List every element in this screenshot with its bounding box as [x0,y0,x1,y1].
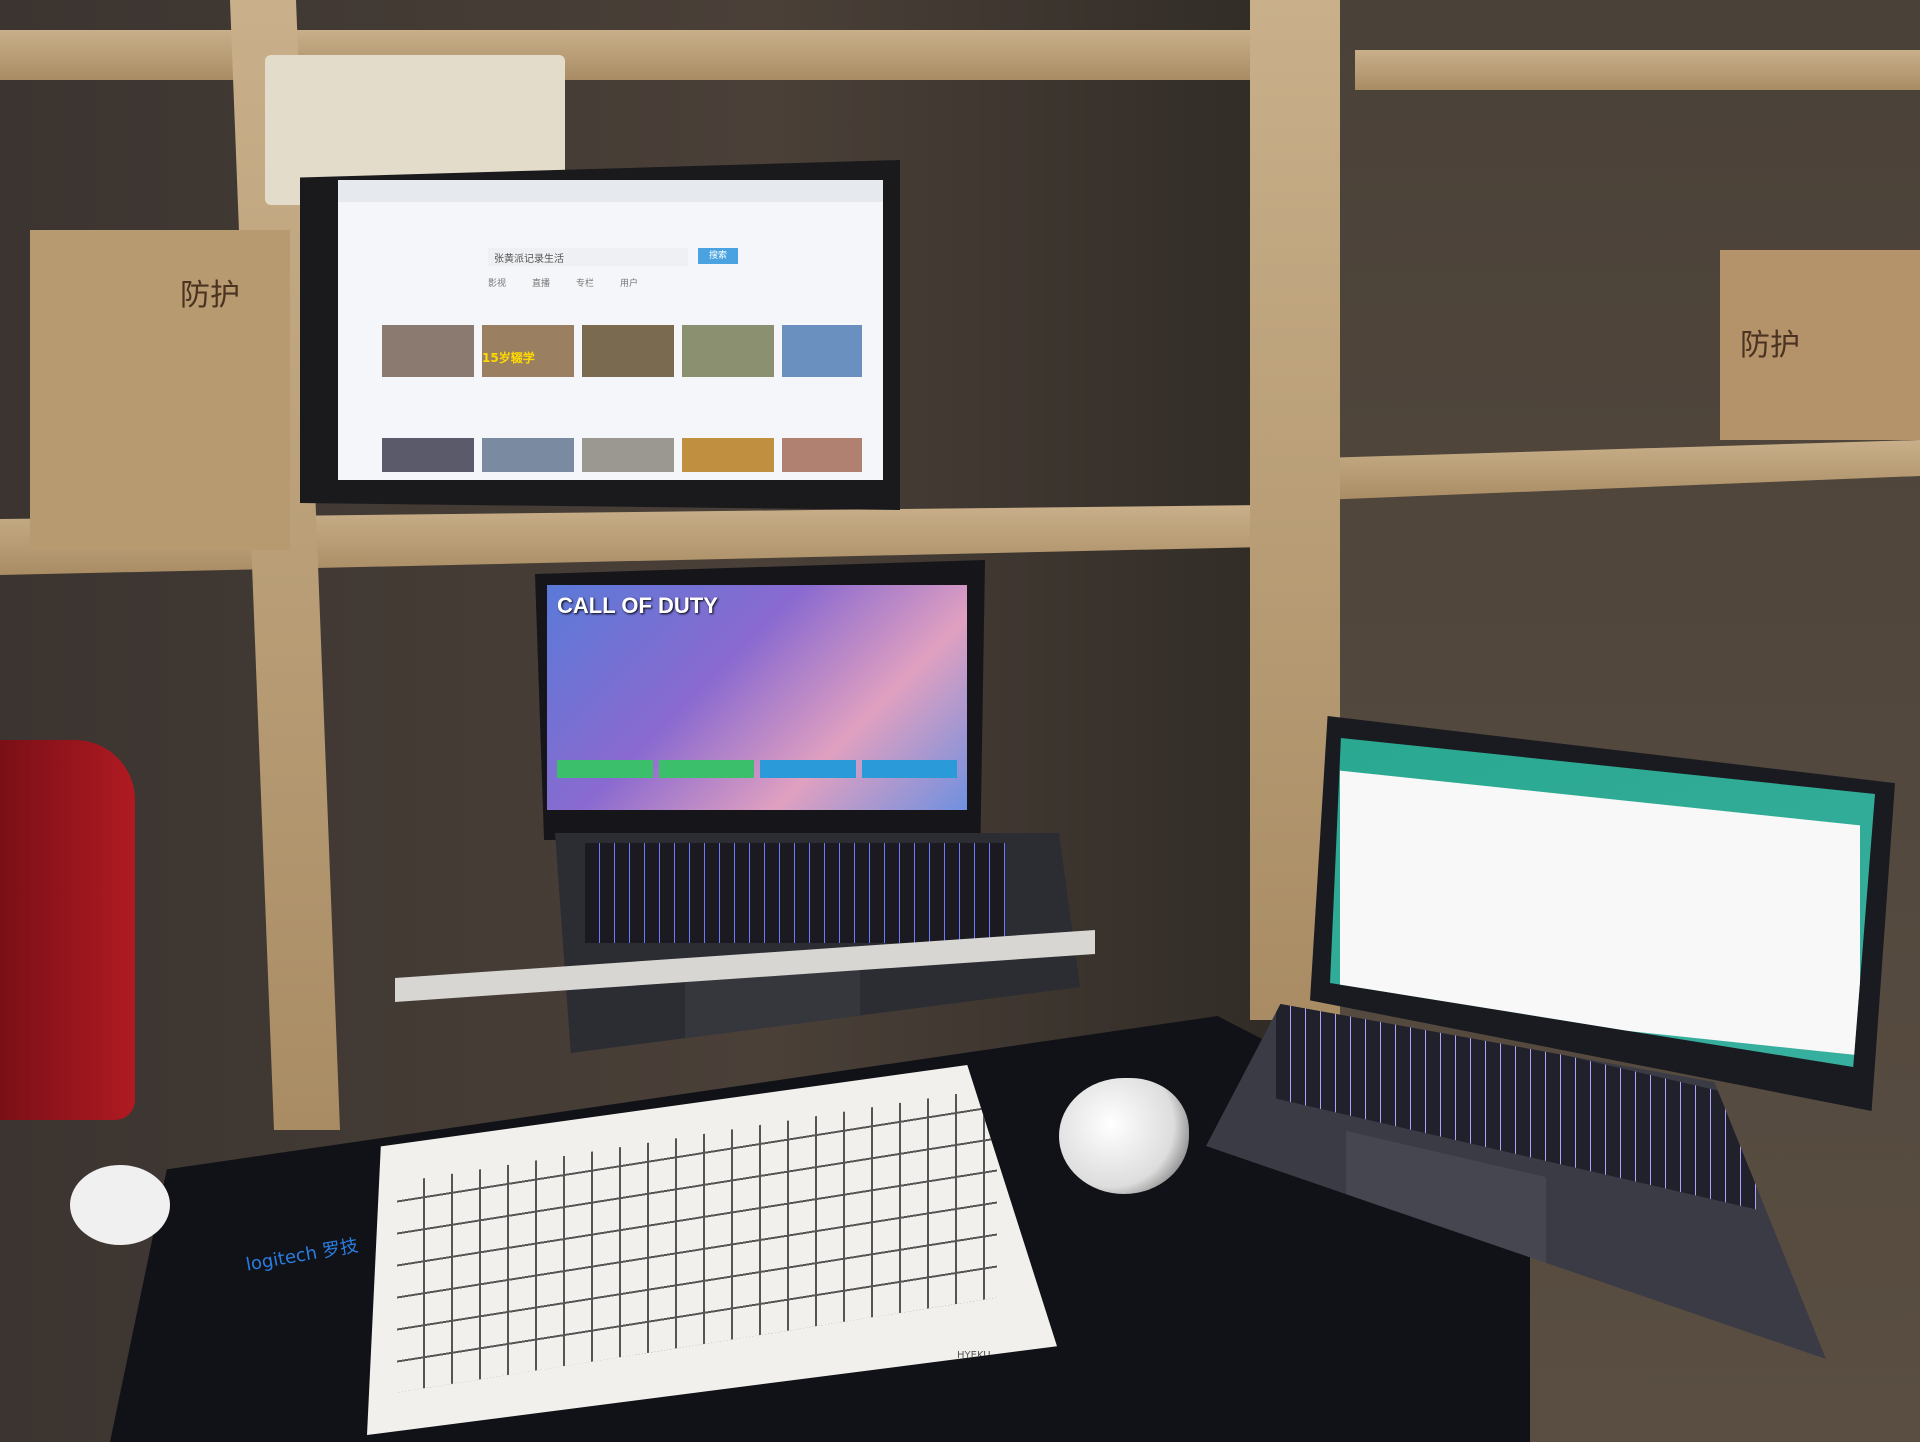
search-input[interactable]: 张黄派记录生活 [488,248,688,266]
game-button[interactable] [760,760,856,778]
browser-tabbar [338,180,883,202]
game-screen[interactable]: CALL OF DUTY [547,585,967,810]
middle-laptop-screen-bezel: CALL OF DUTY [535,560,985,840]
game-button-bar [557,760,957,778]
game-button[interactable] [861,760,957,778]
search-button[interactable]: 搜索 [698,248,738,264]
red-bottle [0,740,135,1120]
video-thumb[interactable] [682,325,774,377]
top-shelf [0,30,1300,80]
tab-live[interactable]: 直播 [532,276,550,289]
video-thumb[interactable] [382,438,474,472]
search-tabs: 影视 直播 专栏 用户 [488,276,638,289]
right-top-shelf [1355,50,1920,90]
video-thumb[interactable] [582,438,674,472]
video-thumb[interactable] [582,325,674,377]
tab-column[interactable]: 专栏 [576,276,594,289]
game-button[interactable] [658,760,754,778]
box-label: 防护 [180,278,240,313]
video-grid-row2 [382,438,862,472]
game-button[interactable] [557,760,653,778]
search-query: 张黄派记录生活 [494,254,564,265]
keycaps [397,1087,997,1393]
mousepad-brand: logitech 罗技 [244,1235,360,1276]
game-title: CALL OF DUTY [557,593,718,618]
video-thumb[interactable] [682,438,774,472]
middle-laptop-keyboard [585,843,1005,943]
video-thumb[interactable] [482,438,574,472]
tab-user[interactable]: 用户 [620,276,638,289]
video-thumb[interactable] [782,325,862,377]
cardboard-box: 防护 [30,230,290,550]
video-thumb[interactable] [382,325,474,377]
right-box-label: 防护 [1740,328,1800,363]
monitor-screen[interactable]: 张黄派记录生活 搜索 影视 直播 专栏 用户 15岁辍学 [338,180,883,480]
mouse[interactable] [1059,1078,1189,1194]
tab-film[interactable]: 影视 [488,276,506,289]
right-box: 防护 [1720,250,1920,440]
video-thumb[interactable] [782,438,862,472]
earbuds-case [70,1165,170,1245]
video-thumb[interactable]: 15岁辍学 [482,325,574,377]
file-explorer-window[interactable] [1340,770,1860,1056]
video-grid: 15岁辍学 [382,325,862,377]
monitor: 张黄派记录生活 搜索 影视 直播 专栏 用户 15岁辍学 [300,160,900,510]
